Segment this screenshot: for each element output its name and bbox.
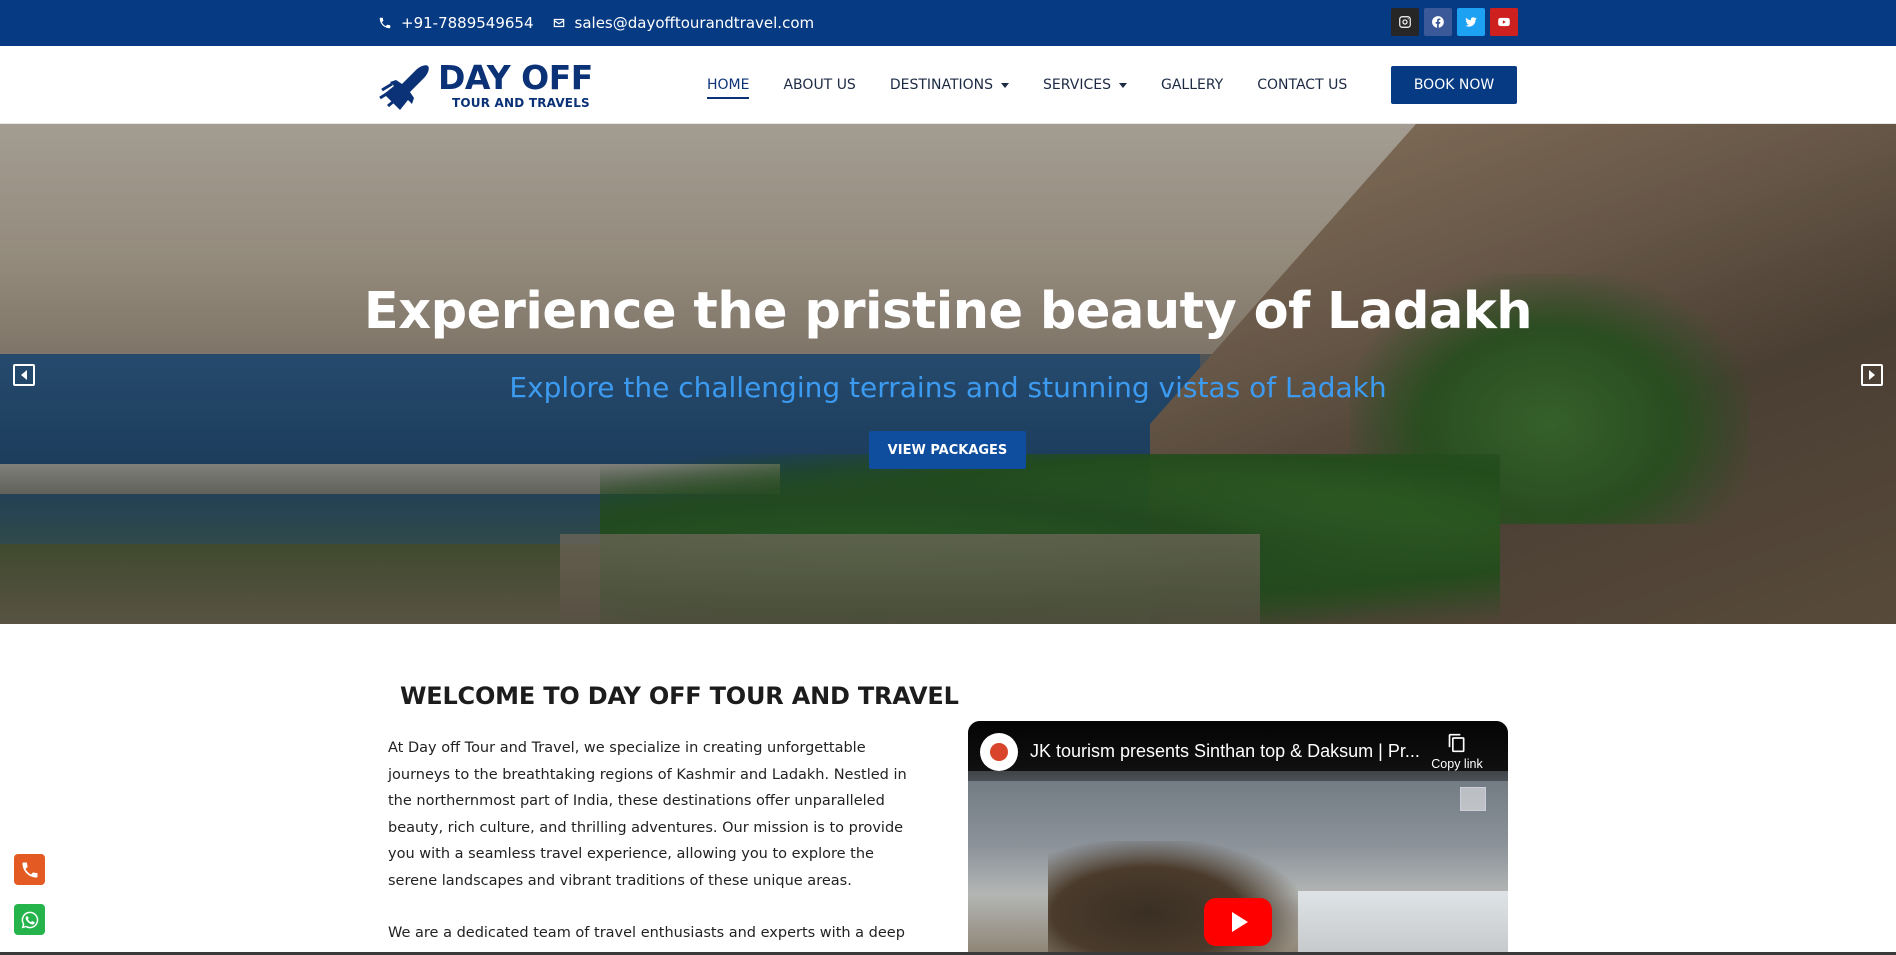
- nav-home-label: HOME: [707, 77, 750, 93]
- view-packages-button[interactable]: VIEW PACKAGES: [869, 431, 1026, 469]
- facebook-icon: [1432, 16, 1444, 28]
- youtube-icon: [1498, 17, 1510, 27]
- nav-destinations-label: DESTINATIONS: [889, 77, 994, 93]
- nav-about-us-label: ABOUT US: [783, 77, 856, 93]
- slider-next-button[interactable]: [1861, 364, 1883, 386]
- youtube-link[interactable]: [1490, 8, 1518, 36]
- copy-icon: [1448, 733, 1465, 753]
- slider-prev-button[interactable]: [13, 364, 35, 386]
- hero-slider: Experience the pristine beauty of Ladakh…: [0, 124, 1896, 624]
- whatsapp-floating-button[interactable]: [14, 904, 45, 935]
- play-icon: [1232, 912, 1248, 932]
- whatsapp-icon: [21, 911, 38, 928]
- call-floating-button[interactable]: [14, 854, 45, 885]
- welcome-heading: WELCOME TO DAY OFF TOUR AND TRAVEL: [400, 682, 959, 710]
- logo-title: DAY OFF: [438, 58, 593, 97]
- nav-contact-us-label: CONTACT US: [1257, 77, 1348, 93]
- logo-subtitle: TOUR AND TRAVELS: [452, 96, 590, 110]
- phone-number: +91-7889549654: [401, 14, 534, 32]
- channel-avatar[interactable]: [980, 733, 1018, 771]
- youtube-embed[interactable]: JK tourism presents Sinthan top & Daksum…: [968, 721, 1508, 955]
- site-logo[interactable]: DAY OFF TOUR AND TRAVELS: [378, 56, 608, 114]
- chevron-right-icon: [1869, 370, 1875, 380]
- twitter-icon: [1465, 17, 1477, 27]
- instagram-icon: [1399, 16, 1411, 28]
- mail-icon: [553, 18, 564, 28]
- email-address: sales@dayofftourandtravel.com: [574, 14, 815, 32]
- chevron-down-icon: [1001, 82, 1010, 88]
- top-bar: +91-7889549654 sales@dayofftourandtravel…: [0, 0, 1896, 46]
- nav-about-us[interactable]: ABOUT US: [783, 46, 855, 124]
- facebook-link[interactable]: [1424, 8, 1452, 36]
- video-thumbnail-snow: [1298, 891, 1508, 955]
- copy-link-label: Copy link: [1431, 757, 1483, 771]
- phone-icon: [379, 17, 391, 29]
- nav-services[interactable]: SERVICES: [1043, 46, 1127, 124]
- nav-contact-us[interactable]: CONTACT US: [1257, 46, 1347, 124]
- email-contact[interactable]: sales@dayofftourandtravel.com: [552, 14, 815, 32]
- welcome-paragraph: At Day off Tour and Travel, we specializ…: [388, 740, 907, 889]
- nav-home[interactable]: HOME: [707, 46, 750, 124]
- main-nav: HOME ABOUT US DESTINATIONS SERVICES GALL…: [707, 46, 1381, 124]
- watch-later-icon[interactable]: [1460, 787, 1486, 811]
- nav-destinations[interactable]: DESTINATIONS: [889, 46, 1010, 124]
- video-title[interactable]: JK tourism presents Sinthan top & Daksum…: [1030, 741, 1430, 762]
- video-play-button[interactable]: [1204, 898, 1272, 946]
- airplane-icon: [379, 65, 429, 110]
- book-now-button[interactable]: BOOK NOW: [1391, 66, 1517, 104]
- hero-subtitle: Explore the challenging terrains and stu…: [509, 371, 1387, 404]
- welcome-paragraph-2: We are a dedicated team of travel enthus…: [388, 925, 905, 955]
- instagram-link[interactable]: [1391, 8, 1419, 36]
- chevron-left-icon: [21, 370, 27, 380]
- contact-info: +91-7889549654 sales@dayofftourandtravel…: [378, 0, 814, 46]
- nav-gallery[interactable]: GALLERY: [1161, 46, 1223, 124]
- copy-link-button[interactable]: Copy link: [1426, 733, 1488, 771]
- hero-title: Experience the pristine beauty of Ladakh: [363, 282, 1533, 341]
- twitter-link[interactable]: [1457, 8, 1485, 36]
- chevron-down-icon: [1118, 82, 1127, 88]
- site-header: DAY OFF TOUR AND TRAVELS HOME ABOUT US D…: [0, 46, 1896, 124]
- phone-icon: [22, 862, 37, 877]
- nav-gallery-label: GALLERY: [1160, 77, 1224, 93]
- nav-services-label: SERVICES: [1043, 77, 1111, 93]
- social-links: [1391, 8, 1518, 36]
- channel-logo-icon: [990, 743, 1008, 761]
- phone-contact[interactable]: +91-7889549654: [378, 14, 534, 32]
